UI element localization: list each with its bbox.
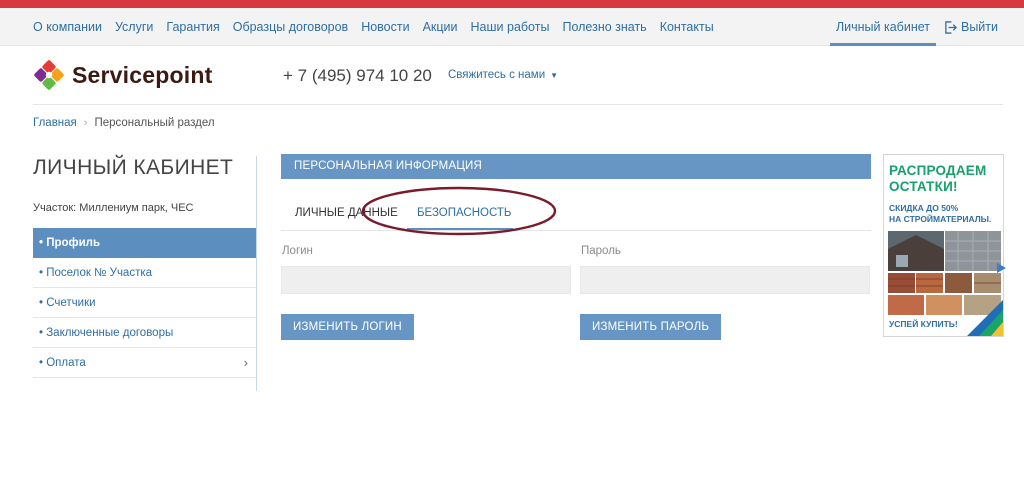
nav-link-contacts[interactable]: Контакты	[660, 20, 714, 34]
nav-link-contract-samples[interactable]: Образцы договоров	[233, 20, 348, 34]
breadcrumb-separator: ›	[83, 117, 88, 129]
password-label: Пароль	[581, 245, 621, 257]
top-nav: О компании Услуги Гарантия Образцы догов…	[0, 8, 1024, 46]
sidebar-item-contracts[interactable]: • Заключенные договоры	[33, 318, 256, 348]
change-password-button[interactable]: ИЗМЕНИТЬ ПАРОЛЬ	[580, 314, 722, 340]
logout-button[interactable]: Выйти	[944, 20, 998, 34]
nav-link-useful[interactable]: Полезно знать	[562, 20, 646, 34]
plot-label: Участок: Миллениум парк, ЧЕС	[33, 202, 194, 214]
header-divider	[33, 104, 1003, 105]
arrow-right-icon[interactable]	[995, 262, 1007, 274]
nav-right: Личный кабинет Выйти	[829, 8, 998, 46]
logout-label: Выйти	[960, 20, 998, 34]
sidebar-item-profile[interactable]: • Профиль	[33, 228, 256, 258]
sidebar-item-meters[interactable]: • Счетчики	[33, 288, 256, 318]
active-tab-indicator	[407, 228, 513, 230]
caret-down-icon: ▼	[550, 70, 559, 80]
promo-cta: УСПЕЙ КУПИТЬ!	[889, 319, 958, 329]
tab-personal-data[interactable]: ЛИЧНЫЕ ДАННЫЕ	[295, 207, 398, 219]
login-input[interactable]	[281, 266, 571, 294]
promo-title-line2: ОСТАТКИ!	[889, 179, 958, 194]
password-input[interactable]	[580, 266, 870, 294]
site-header: Servicepoint + 7 (495) 974 10 20 Свяжите…	[0, 46, 1024, 104]
phone-number: + 7 (495) 974 10 20	[283, 66, 432, 85]
nav-link-promotions[interactable]: Акции	[423, 20, 458, 34]
chevron-right-icon: ›	[243, 355, 248, 370]
sidebar-item-settlement[interactable]: • Поселок № Участка	[33, 258, 256, 288]
change-login-button[interactable]: ИЗМЕНИТЬ ЛОГИН	[281, 314, 414, 340]
promo-title-line1: РАСПРОДАЕМ	[889, 163, 987, 178]
sidebar-item-payment[interactable]: • Оплата ›	[33, 348, 256, 378]
breadcrumb: Главная › Персональный раздел	[33, 117, 215, 129]
breadcrumb-current: Персональный раздел	[94, 117, 215, 129]
sidebar-menu: • Профиль • Поселок № Участка • Счетчики…	[33, 228, 256, 378]
nav-links: О компании Услуги Гарантия Образцы догов…	[33, 8, 727, 46]
nav-link-news[interactable]: Новости	[361, 20, 409, 34]
promo-subtitle: СКИДКА ДО 50% НА СТРОЙМАТЕРИАЛЫ.	[889, 203, 991, 225]
promo-title: РАСПРОДАЕМ ОСТАТКИ!	[889, 163, 986, 195]
page-title: ЛИЧНЫЙ КАБИНЕТ	[33, 156, 234, 179]
sidebar-divider	[256, 156, 257, 391]
logo[interactable]: Servicepoint	[33, 59, 212, 91]
nav-link-our-works[interactable]: Наши работы	[471, 20, 550, 34]
promo-subtitle-line2: НА СТРОЙМАТЕРИАЛЫ.	[889, 214, 992, 224]
breadcrumb-home[interactable]: Главная	[33, 117, 77, 129]
promo-subtitle-line1: СКИДКА ДО 50%	[889, 203, 959, 213]
panel-header: ПЕРСОНАЛЬНАЯ ИНФОРМАЦИЯ	[281, 154, 871, 179]
logo-text: Servicepoint	[72, 61, 213, 88]
top-stripe	[0, 0, 1024, 8]
logo-mark-icon	[34, 60, 64, 90]
sidebar-item-payment-label: • Оплата	[39, 357, 86, 369]
nav-link-services[interactable]: Услуги	[115, 20, 153, 34]
nav-link-warranty[interactable]: Гарантия	[166, 20, 219, 34]
contact-dropdown-label: Свяжитесь с нами	[448, 69, 546, 81]
nav-link-about[interactable]: О компании	[33, 20, 102, 34]
logout-icon	[945, 20, 957, 34]
tab-security[interactable]: БЕЗОПАСНОСТЬ	[417, 207, 511, 219]
promo-banner[interactable]: РАСПРОДАЕМ ОСТАТКИ! СКИДКА ДО 50% НА СТР…	[883, 154, 1004, 337]
login-label: Логин	[282, 245, 313, 257]
corner-decoration	[967, 300, 1003, 336]
contact-dropdown[interactable]: Свяжитесь с нами ▼	[448, 69, 558, 81]
nav-link-cabinet[interactable]: Личный кабинет	[829, 8, 936, 46]
tab-bar: ЛИЧНЫЕ ДАННЫЕ БЕЗОПАСНОСТЬ	[281, 197, 871, 231]
